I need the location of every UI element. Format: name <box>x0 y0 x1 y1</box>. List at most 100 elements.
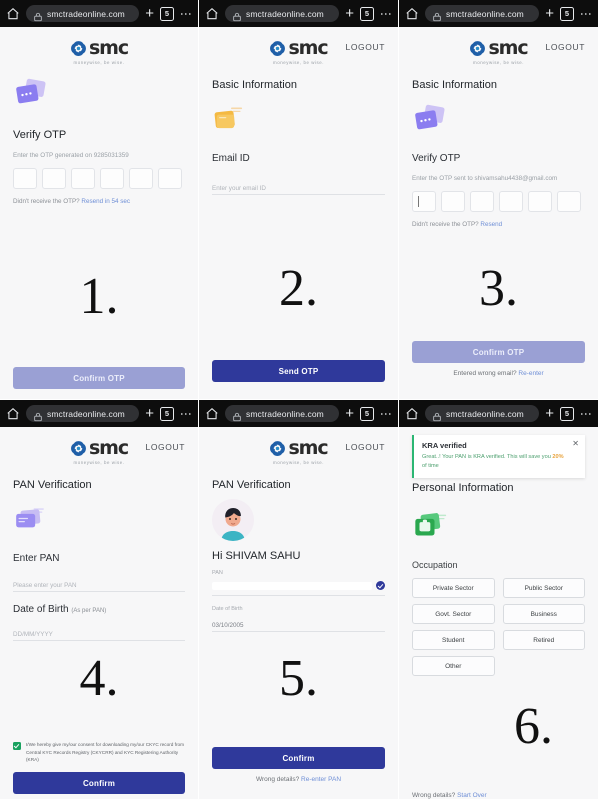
brand-row: smc moneywise, be wise. <box>13 27 185 65</box>
start-over-link[interactable]: Start Over <box>457 792 487 799</box>
address-bar[interactable]: smctradeonline.com <box>425 405 540 422</box>
otp-digit-3[interactable] <box>470 191 494 212</box>
re-enter-email-link[interactable]: Re-enter <box>518 370 543 377</box>
address-bar[interactable]: smctradeonline.com <box>425 5 540 22</box>
tab-counter[interactable]: 5 <box>360 406 374 421</box>
bottom-dock: Confirm Wrong details? Re-enter PAN <box>212 747 385 783</box>
brand-row: smc moneywise, be wise. LOGOUT <box>212 27 385 65</box>
dob-input[interactable]: DD/MM/YYYY <box>13 623 185 641</box>
overflow-menu-icon[interactable]: ⋮ <box>179 408 193 420</box>
brand-row: smc moneywise, be wise. LOGOUT <box>13 427 185 465</box>
url-text: smctradeonline.com <box>446 408 524 419</box>
resend-link[interactable]: Resend in 54 sec <box>81 198 130 205</box>
occupation-option-business[interactable]: Business <box>502 604 585 625</box>
resend-prefix: Didn't receive the OTP? <box>412 221 479 228</box>
consent-checkbox[interactable] <box>13 742 21 751</box>
page-content: smc moneywise, be wise. LOGOUT PAN Verif… <box>0 427 198 799</box>
pan-input[interactable]: Please enter your PAN <box>13 574 185 592</box>
new-tab-icon[interactable]: + <box>345 6 354 21</box>
occupation-option-govt-sector[interactable]: Govt. Sector <box>412 604 495 625</box>
send-otp-button[interactable]: Send OTP <box>212 360 385 382</box>
otp-digit-5[interactable] <box>129 168 153 189</box>
address-bar[interactable]: smctradeonline.com <box>225 5 340 22</box>
overflow-menu-icon[interactable]: ⋮ <box>379 8 393 20</box>
otp-digit-1[interactable] <box>13 168 37 189</box>
logout-button[interactable]: LOGOUT <box>146 442 186 452</box>
pan-field-label: PAN <box>212 570 223 576</box>
re-enter-pan-link[interactable]: Re-enter PAN <box>301 776 341 783</box>
page-title: Basic Information <box>212 79 297 91</box>
occupation-option-other[interactable]: Other <box>412 656 495 677</box>
ckyc-consent-row[interactable]: I/We hereby give my/our consent for down… <box>13 741 185 764</box>
otp-digit-6[interactable] <box>557 191 581 212</box>
tab-counter[interactable]: 5 <box>160 406 174 421</box>
address-bar[interactable]: smctradeonline.com <box>26 5 140 22</box>
dob-input-placeholder: DD/MM/YYYY <box>13 631 53 638</box>
otp-digit-2[interactable] <box>42 168 66 189</box>
otp-digit-4[interactable] <box>100 168 124 189</box>
panel-4-pan-verification-entry: smctradeonline.com + 5 ⋮ smc moneywise, … <box>0 400 199 800</box>
otp-digit-2[interactable] <box>441 191 465 212</box>
confirm-otp-button[interactable]: Confirm OTP <box>412 341 585 363</box>
tab-counter[interactable]: 5 <box>560 6 574 21</box>
home-icon[interactable] <box>6 7 20 21</box>
re-enter-email-row: Entered wrong email? Re-enter <box>412 370 585 377</box>
logout-button[interactable]: LOGOUT <box>346 42 386 52</box>
logout-button[interactable]: LOGOUT <box>546 42 586 52</box>
page-title: Verify OTP <box>13 129 67 141</box>
url-text: smctradeonline.com <box>446 8 524 19</box>
home-icon[interactable] <box>405 407 419 421</box>
tab-counter[interactable]: 5 <box>360 6 374 21</box>
occupation-option-private-sector[interactable]: Private Sector <box>412 578 495 599</box>
occupation-option-student[interactable]: Student <box>412 630 495 651</box>
confirm-otp-button[interactable]: Confirm OTP <box>13 367 185 389</box>
purple-otp-card-icon <box>412 101 585 141</box>
smc-logo: smc moneywise, be wise. <box>70 437 129 465</box>
new-tab-icon[interactable]: + <box>545 6 554 21</box>
tab-counter[interactable]: 5 <box>160 6 174 21</box>
home-icon[interactable] <box>205 7 219 21</box>
home-icon[interactable] <box>405 7 419 21</box>
otp-digit-1[interactable] <box>412 191 436 212</box>
confirm-button[interactable]: Confirm <box>212 747 385 769</box>
otp-digit-3[interactable] <box>71 168 95 189</box>
otp-digit-6[interactable] <box>158 168 182 189</box>
new-tab-icon[interactable]: + <box>145 406 154 421</box>
pan-value-redacted <box>212 581 372 590</box>
occupation-option-retired[interactable]: Retired <box>502 630 585 651</box>
address-bar[interactable]: smctradeonline.com <box>225 405 340 422</box>
smc-pinwheel-icon <box>70 440 87 457</box>
new-tab-icon[interactable]: + <box>345 406 354 421</box>
home-icon[interactable] <box>6 407 20 421</box>
footnote-prefix: Wrong details? <box>255 776 300 783</box>
logout-button[interactable]: LOGOUT <box>346 442 386 452</box>
new-tab-icon[interactable]: + <box>545 406 554 421</box>
overflow-menu-icon[interactable]: ⋮ <box>579 408 593 420</box>
browser-toolbar: smctradeonline.com + 5 ⋮ <box>399 0 598 27</box>
occupation-option-public-sector[interactable]: Public Sector <box>502 578 585 599</box>
home-icon[interactable] <box>205 407 219 421</box>
footnote-prefix: Entered wrong email? <box>453 370 517 377</box>
smc-wordmark: smc <box>88 437 129 459</box>
close-icon[interactable]: ✕ <box>572 440 579 448</box>
otp-digit-4[interactable] <box>499 191 523 212</box>
dob-input[interactable]: 03/10/2005 <box>212 614 385 632</box>
otp-digit-5[interactable] <box>528 191 552 212</box>
overflow-menu-icon[interactable]: ⋮ <box>179 8 193 20</box>
tab-counter[interactable]: 5 <box>560 406 574 421</box>
occupation-label: Occupation <box>412 560 458 571</box>
overflow-menu-icon[interactable]: ⋮ <box>379 408 393 420</box>
pan-input[interactable] <box>212 578 385 596</box>
orange-envelope-icon <box>212 101 385 141</box>
toast-message-before: Great..! Your PAN is KRA verified. This … <box>422 454 553 460</box>
resend-link[interactable]: Resend <box>480 221 502 228</box>
otp-input-group[interactable] <box>13 168 185 189</box>
new-tab-icon[interactable]: + <box>145 6 154 21</box>
panel-number: 5. <box>279 650 318 707</box>
otp-hint: Enter the OTP sent to shivamsahu4438@gma… <box>412 175 558 182</box>
confirm-button[interactable]: Confirm <box>13 772 185 794</box>
overflow-menu-icon[interactable]: ⋮ <box>579 8 593 20</box>
email-input[interactable]: Enter your email ID <box>212 177 385 195</box>
address-bar[interactable]: smctradeonline.com <box>26 405 140 422</box>
otp-input-group[interactable] <box>412 191 585 212</box>
